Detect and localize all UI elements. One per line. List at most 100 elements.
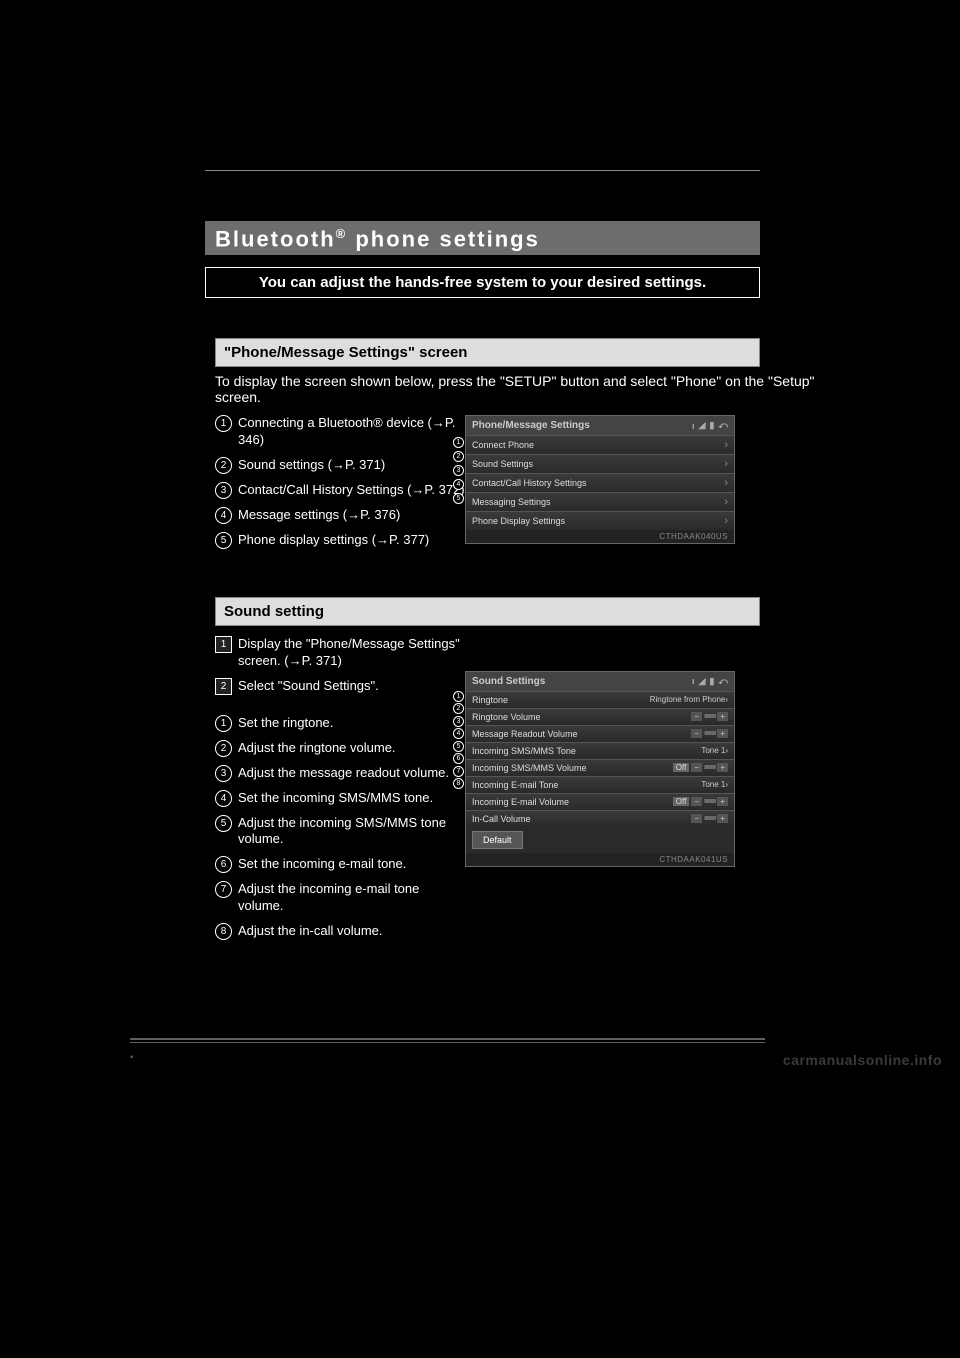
circle-8-icon: 8 [215, 923, 232, 940]
minus-icon[interactable]: − [691, 814, 702, 823]
circle-4-icon: 4 [215, 507, 232, 524]
side-circle-5-icon: 5 [453, 741, 464, 752]
shot1-row-sound-settings[interactable]: Sound Settings› [466, 454, 734, 473]
chevron-right-icon: › [724, 458, 728, 470]
item-contact-history: Contact/Call History Settings (→P. 372) [238, 482, 465, 499]
side-circle-1-icon: 1 [453, 691, 464, 702]
default-button[interactable]: Default [472, 831, 523, 849]
shot2-row-incall-volume[interactable]: In-Call Volume−ıııııııııııı+ [466, 810, 734, 827]
top-rule [205, 170, 760, 171]
sound-items-list: 1Set the ringtone. 2Adjust the ringtone … [215, 715, 465, 941]
phone-settings-list: 1Connecting a Bluetooth® device (→P. 346… [215, 415, 465, 549]
slider-track: ıııııııııııı [704, 730, 715, 737]
side-circle-2-icon: 2 [453, 451, 464, 462]
item-incall-volume: Adjust the in-call volume. [238, 923, 383, 940]
back-icon: ⤺ [718, 420, 728, 431]
minus-icon[interactable]: − [691, 763, 702, 772]
row-label: Messaging Settings [472, 497, 551, 507]
row-label: Message Readout Volume [472, 729, 578, 739]
row-label: Phone Display Settings [472, 516, 565, 526]
bars-icon: ◢ [699, 420, 706, 431]
chevron-right-icon: › [724, 515, 728, 527]
chevron-right-icon: › [724, 477, 728, 489]
slider-track: ıııııııııııı [704, 713, 715, 720]
box-1-icon: 1 [215, 636, 232, 653]
minus-icon[interactable]: − [691, 729, 702, 738]
plus-icon[interactable]: + [717, 712, 728, 721]
screenshot1-frame: Phone/Message Settings ı◢▮⤺ Connect Phon… [465, 415, 735, 544]
minus-icon[interactable]: − [691, 797, 702, 806]
shot2-row-email-tone[interactable]: Incoming E-mail ToneTone 1› [466, 776, 734, 793]
row-label: Ringtone Volume [472, 712, 541, 722]
row-value: Tone 1› [701, 746, 728, 755]
plus-icon[interactable]: + [717, 814, 728, 823]
item-sms-tone: Set the incoming SMS/MMS tone. [238, 790, 433, 807]
row-label: Ringtone [472, 695, 508, 705]
minus-icon[interactable]: − [691, 712, 702, 721]
volume-slider[interactable]: −ıııııııııııı+ [691, 729, 728, 738]
back-icon: ⤺ [718, 676, 728, 687]
screenshot-sound-settings: 1 2 3 4 5 6 7 8 Sound Settings ı◢▮⤺ Ring… [465, 636, 760, 948]
title-sup: ® [336, 226, 348, 241]
item-phone-display: Phone display settings (→P. 377) [238, 532, 429, 549]
side-circle-2-icon: 2 [453, 703, 464, 714]
shot2-row-ringtone-volume[interactable]: Ringtone Volume −ıııııııııııı+ [466, 708, 734, 725]
watermark: carmanualsonline.info [783, 1052, 942, 1068]
shot2-row-readout-volume[interactable]: Message Readout Volume −ıııııııııııı+ [466, 725, 734, 742]
item-email-tone: Set the incoming e-mail tone. [238, 856, 406, 873]
shot2-row-sms-volume[interactable]: Incoming SMS/MMS Volume Off−ıııııııııııı+ [466, 759, 734, 776]
title-bar: Bluetooth® phone settings [205, 221, 760, 255]
item-set-ringtone: Set the ringtone. [238, 715, 333, 732]
side-circle-1-icon: 1 [453, 437, 464, 448]
plus-icon[interactable]: + [717, 797, 728, 806]
intro-banner: You can adjust the hands-free system to … [205, 267, 760, 298]
battery-icon: ▮ [709, 676, 714, 687]
circle-2-icon: 2 [215, 457, 232, 474]
row-label: Incoming E-mail Volume [472, 797, 569, 807]
volume-slider[interactable]: −ıııııııııııı+ [691, 814, 728, 823]
plus-icon[interactable]: + [717, 729, 728, 738]
item-email-volume: Adjust the incoming e-mail tone volume. [238, 881, 465, 915]
signal-icon: ı [692, 676, 695, 686]
row-label: Incoming SMS/MMS Volume [472, 763, 587, 773]
plus-icon[interactable]: + [717, 763, 728, 772]
item-sound-settings: Sound settings (→P. 371) [238, 457, 385, 474]
footer-rule [130, 1038, 765, 1043]
shot1-row-contact-history[interactable]: Contact/Call History Settings› [466, 473, 734, 492]
circle-4-icon: 4 [215, 790, 232, 807]
section-heading-sound-setting: Sound setting [215, 597, 760, 626]
circle-3-icon: 3 [215, 765, 232, 782]
item-message-settings: Message settings (→P. 376) [238, 507, 400, 524]
off-button[interactable]: Off [673, 797, 690, 806]
bars-icon: ◢ [699, 676, 706, 687]
volume-slider[interactable]: Off−ıııııııııııı+ [673, 763, 728, 772]
screenshot2-caption: CTHDAAK041US [466, 853, 734, 866]
shot1-row-phone-display[interactable]: Phone Display Settings › [466, 511, 734, 530]
box-2-icon: 2 [215, 678, 232, 695]
off-button[interactable]: Off [673, 763, 690, 772]
volume-slider[interactable]: Off−ıııııııııııı+ [673, 797, 728, 806]
shot2-row-sms-tone[interactable]: Incoming SMS/MMS Tone Tone 1› [466, 742, 734, 759]
side-circle-8-icon: 8 [453, 778, 464, 789]
screenshot1-title: Phone/Message Settings [472, 420, 590, 431]
circle-1-icon: 1 [215, 715, 232, 732]
shot1-row-messaging[interactable]: Messaging Settings› [466, 492, 734, 511]
item-sms-volume: Adjust the incoming SMS/MMS tone volume. [238, 815, 465, 849]
side-circle-4-icon: 4 [453, 728, 464, 739]
page-indicator-icon: ▪ [130, 1052, 134, 1063]
slider-track: ıııııııııııı [704, 815, 715, 822]
row-label: Incoming SMS/MMS Tone [472, 746, 576, 756]
title-suffix: phone settings [347, 226, 540, 251]
section-heading-phone-message: "Phone/Message Settings" screen [215, 338, 760, 367]
shot1-row-connect-phone[interactable]: Connect Phone› [466, 435, 734, 454]
row-label: Connect Phone [472, 440, 534, 450]
screenshot-phone-message: 1 2 3 4 5 Phone/Message Settings ı◢▮⤺ Co… [465, 415, 760, 557]
shot2-row-ringtone[interactable]: RingtoneRingtone from Phone› [466, 691, 734, 708]
screenshot1-caption: CTHDAAK040US [466, 530, 734, 543]
step-display-screen: Display the "Phone/Message Settings" scr… [238, 636, 465, 670]
volume-slider[interactable]: −ıııııııııııı+ [691, 712, 728, 721]
shot2-row-email-volume[interactable]: Incoming E-mail Volume Off−ıııııııııııı+ [466, 793, 734, 810]
circle-5-icon: 5 [215, 532, 232, 549]
section1-intro: To display the screen shown below, press… [215, 373, 830, 405]
item-connect-bluetooth: Connecting a Bluetooth® device (→P. 346) [238, 415, 465, 449]
